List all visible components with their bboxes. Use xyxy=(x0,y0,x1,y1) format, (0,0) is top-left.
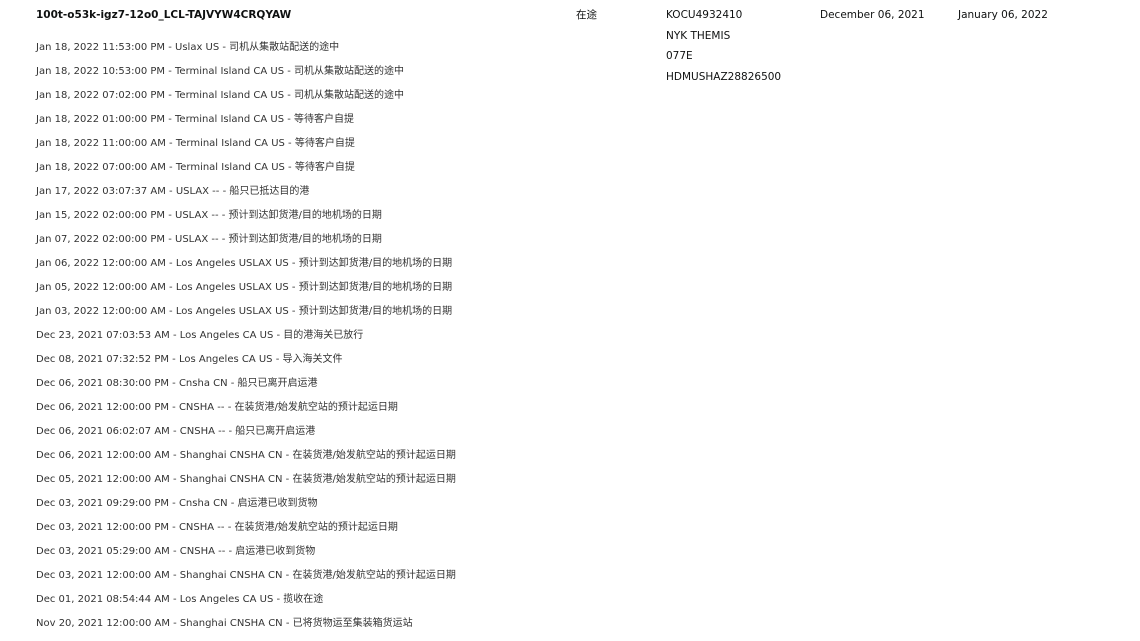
shipment-details: KOCU4932410 NYK THEMIS 077E HDMUSHAZ2882… xyxy=(666,8,781,91)
tracking-event: Dec 03, 2021 05:29:00 AM - CNSHA -- - 启运… xyxy=(36,546,316,557)
tracking-event: Dec 08, 2021 07:32:52 PM - Los Angeles C… xyxy=(36,354,343,365)
tracking-event: Dec 05, 2021 12:00:00 AM - Shanghai CNSH… xyxy=(36,474,456,485)
tracking-event: Jan 18, 2022 11:53:00 PM - Uslax US - 司机… xyxy=(36,42,340,53)
end-date: January 06, 2022 xyxy=(958,9,1048,21)
tracking-event: Dec 06, 2021 08:30:00 PM - Cnsha CN - 船只… xyxy=(36,378,318,389)
tracking-event: Dec 06, 2021 06:02:07 AM - CNSHA -- - 船只… xyxy=(36,426,316,437)
tracking-event: Jan 17, 2022 03:07:37 AM - USLAX -- - 船只… xyxy=(36,186,310,197)
tracking-event: Jan 07, 2022 02:00:00 PM - USLAX -- - 预计… xyxy=(36,234,382,245)
container-number: KOCU4932410 xyxy=(666,9,743,21)
tracking-event: Jan 18, 2022 10:53:00 PM - Terminal Isla… xyxy=(36,66,405,77)
tracking-event: Jan 03, 2022 12:00:00 AM - Los Angeles U… xyxy=(36,306,453,317)
shipment-id: 100t-o53k-igz7-12o0_LCL-TAJVYW4CRQYAW xyxy=(36,9,292,21)
tracking-event: Jan 05, 2022 12:00:00 AM - Los Angeles U… xyxy=(36,282,453,293)
vessel-name: NYK THEMIS xyxy=(666,29,731,42)
tracking-event: Dec 03, 2021 12:00:00 PM - CNSHA -- - 在装… xyxy=(36,522,398,533)
tracking-event: Jan 06, 2022 12:00:00 AM - Los Angeles U… xyxy=(36,258,453,269)
start-date: December 06, 2021 xyxy=(820,9,925,21)
bill-of-lading: HDMUSHAZ28826500 xyxy=(666,71,782,84)
tracking-event: Jan 18, 2022 07:02:00 PM - Terminal Isla… xyxy=(36,90,405,101)
tracking-event: Dec 01, 2021 08:54:44 AM - Los Angeles C… xyxy=(36,594,324,605)
tracking-event-list: Jan 18, 2022 11:53:00 PM - Uslax US - 司机… xyxy=(36,41,456,641)
tracking-event: Nov 20, 2021 12:00:00 AM - Shanghai CNSH… xyxy=(36,618,413,629)
tracking-event: Jan 18, 2022 07:00:00 AM - Terminal Isla… xyxy=(36,162,355,173)
voyage-number: 077E xyxy=(666,50,693,63)
tracking-event: Jan 15, 2022 02:00:00 PM - USLAX -- - 预计… xyxy=(36,210,382,221)
tracking-event: Jan 18, 2022 11:00:00 AM - Terminal Isla… xyxy=(36,138,355,149)
shipment-status: 在途 xyxy=(576,9,597,21)
tracking-event: Jan 18, 2022 01:00:00 PM - Terminal Isla… xyxy=(36,114,355,125)
tracking-event: Dec 06, 2021 12:00:00 PM - CNSHA -- - 在装… xyxy=(36,402,398,413)
tracking-event: Dec 06, 2021 12:00:00 AM - Shanghai CNSH… xyxy=(36,450,456,461)
tracking-event: Dec 03, 2021 09:29:00 PM - Cnsha CN - 启运… xyxy=(36,498,318,509)
tracking-event: Dec 03, 2021 12:00:00 AM - Shanghai CNSH… xyxy=(36,570,456,581)
tracking-event: Dec 23, 2021 07:03:53 AM - Los Angeles C… xyxy=(36,330,364,341)
